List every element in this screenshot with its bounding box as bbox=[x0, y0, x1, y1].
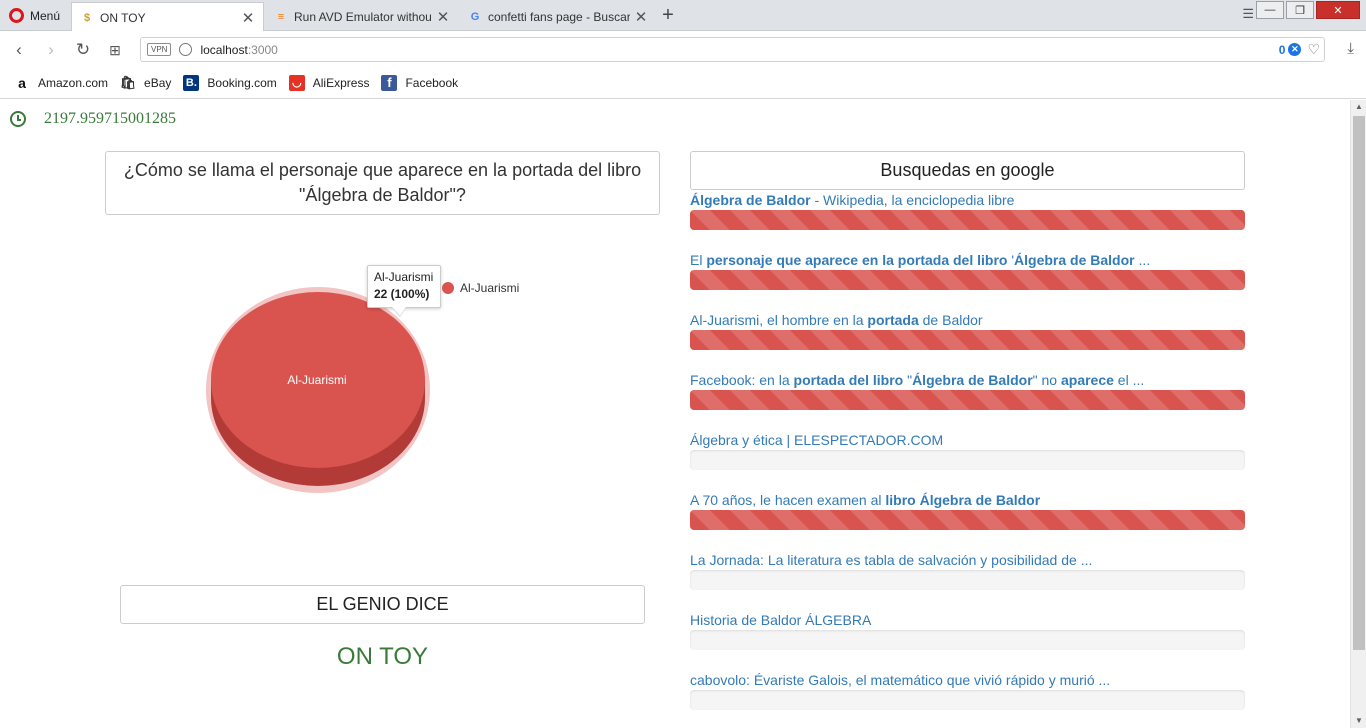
search-result: Facebook: en la portada del libro "Álgeb… bbox=[690, 371, 1245, 431]
vertical-scrollbar[interactable]: ▲ ▼ bbox=[1350, 100, 1366, 728]
search-result: El personaje que aparece en la portada d… bbox=[690, 251, 1245, 311]
facebook-icon: f bbox=[381, 74, 398, 91]
result-progress-bar bbox=[690, 330, 1245, 350]
bookmark-booking[interactable]: B. Booking.com bbox=[183, 74, 277, 91]
money-bag-icon: $ bbox=[83, 11, 91, 24]
opera-menu-button[interactable]: Menú bbox=[0, 0, 70, 31]
result-progress-bar bbox=[690, 210, 1245, 230]
download-icon[interactable]: ⤓ bbox=[1347, 40, 1354, 57]
search-result-link[interactable]: Facebook: en la portada del libro "Álgeb… bbox=[690, 371, 1245, 389]
tab-confetti[interactable]: G confetti fans page - Buscar c ✕ bbox=[460, 2, 656, 31]
window-close-button[interactable]: ✕ bbox=[1316, 1, 1360, 19]
globe-icon bbox=[179, 43, 193, 56]
search-result: Historia de Baldor ÁLGEBRA bbox=[690, 611, 1245, 671]
adblock-icon[interactable]: ✕ bbox=[1288, 43, 1302, 56]
ebay-icon: 🛍 bbox=[119, 74, 137, 90]
bookmark-facebook[interactable]: f Facebook bbox=[381, 74, 458, 91]
tooltip-arrow bbox=[392, 307, 406, 316]
legend-dot bbox=[442, 282, 454, 294]
pie-slice-label: Al-Juarismi bbox=[287, 373, 346, 387]
search-result-link[interactable]: Historia de Baldor ÁLGEBRA bbox=[690, 611, 1245, 629]
chart-legend-item[interactable]: Al-Juarismi bbox=[442, 281, 519, 295]
timer: 2197.959715001285 bbox=[10, 110, 176, 128]
scroll-down-icon[interactable]: ▼ bbox=[1351, 714, 1366, 728]
chart-tooltip: Al-Juarismi 22 (100%) bbox=[367, 265, 441, 308]
menu-label: Menú bbox=[30, 8, 61, 23]
question-box: ¿Cómo se llama el personaje que aparece … bbox=[105, 151, 660, 215]
bookmark-heart-icon[interactable]: ♡ bbox=[1307, 41, 1320, 58]
reload-icon[interactable]: ↻ bbox=[72, 39, 94, 61]
result-progress-bar bbox=[690, 510, 1245, 530]
result-progress-bar bbox=[690, 270, 1245, 290]
tab-on-toy[interactable]: $ ON TOY ✕ bbox=[71, 2, 264, 32]
legend-label: Al-Juarismi bbox=[460, 281, 520, 295]
bookmark-ebay[interactable]: 🛍 eBay bbox=[119, 74, 172, 91]
aliexpress-icon: ◡ bbox=[288, 74, 305, 91]
back-icon[interactable]: ‹ bbox=[8, 39, 30, 61]
clock-icon bbox=[10, 111, 26, 127]
search-result: cabovolo: Évariste Galois, el matemático… bbox=[690, 671, 1245, 728]
google-icon: G bbox=[470, 10, 480, 23]
search-result-link[interactable]: La Jornada: La literatura es tabla de sa… bbox=[690, 551, 1245, 569]
search-result: Al-Juarismi, el hombre en la portada de … bbox=[690, 311, 1245, 371]
tooltip-value: 22 (100%) bbox=[374, 287, 430, 301]
search-result: Álgebra y ética | ELESPECTADOR.COM bbox=[690, 431, 1245, 491]
search-result: Álgebra de Baldor - Wikipedia, la encicl… bbox=[690, 191, 1245, 251]
search-result-link[interactable]: Álgebra de Baldor - Wikipedia, la encicl… bbox=[690, 191, 1245, 209]
opera-logo-icon bbox=[9, 8, 24, 23]
search-result-link[interactable]: El personaje que aparece en la portada d… bbox=[690, 251, 1245, 269]
search-results-list: Álgebra de Baldor - Wikipedia, la encicl… bbox=[690, 191, 1245, 728]
close-tab-icon[interactable]: ✕ bbox=[634, 8, 648, 26]
pie-chart: Al-Juarismi bbox=[206, 287, 430, 493]
tab-bar: Menú $ ON TOY ✕ ≡ Run AVD Emulator witho… bbox=[0, 0, 1366, 32]
close-tab-icon[interactable]: ✕ bbox=[241, 9, 255, 27]
restore-button[interactable]: ❐ bbox=[1286, 1, 1314, 19]
tooltip-title: Al-Juarismi bbox=[374, 270, 434, 284]
tab-run-avd[interactable]: ≡ Run AVD Emulator without A ✕ bbox=[266, 2, 458, 31]
result-progress-fill bbox=[690, 510, 1245, 530]
result-progress-bar bbox=[690, 690, 1245, 710]
result-progress-bar bbox=[690, 570, 1245, 590]
bookmark-aliexpress[interactable]: ◡ AliExpress bbox=[288, 74, 369, 91]
close-tab-icon[interactable]: ✕ bbox=[436, 8, 450, 26]
result-progress-fill bbox=[690, 390, 1245, 410]
timer-value: 2197.959715001285 bbox=[44, 110, 176, 127]
result-progress-bar bbox=[690, 390, 1245, 410]
url-field[interactable]: VPN localhost:3000 0 ✕ ♡ bbox=[140, 37, 1325, 62]
answer-text: ON TOY bbox=[336, 643, 429, 670]
speed-dial-icon[interactable]: ⊞ bbox=[104, 39, 126, 61]
forward-icon[interactable]: › bbox=[40, 39, 62, 61]
page-content: 2197.959715001285 ¿Cómo se llama el pers… bbox=[0, 100, 1350, 728]
booking-icon: B. bbox=[183, 74, 200, 91]
tab-title: Run AVD Emulator without A bbox=[294, 9, 432, 24]
amazon-icon: a bbox=[18, 74, 26, 91]
search-result-link[interactable]: A 70 años, le hacen examen al libro Álge… bbox=[690, 491, 1245, 509]
vpn-badge[interactable]: VPN bbox=[147, 43, 172, 56]
search-result-link[interactable]: cabovolo: Évariste Galois, el matemático… bbox=[690, 671, 1245, 689]
result-progress-bar bbox=[690, 450, 1245, 470]
result-progress-fill bbox=[690, 270, 1245, 290]
search-result: A 70 años, le hacen examen al libro Álge… bbox=[690, 491, 1245, 551]
tab-title: ON TOY bbox=[100, 10, 146, 25]
tab-menu-icon[interactable]: ☰ bbox=[1242, 6, 1254, 22]
search-result-link[interactable]: Al-Juarismi, el hombre en la portada de … bbox=[690, 311, 1245, 329]
url-text: localhost:3000 bbox=[200, 42, 278, 57]
new-tab-button[interactable]: + bbox=[658, 5, 678, 25]
result-progress-bar bbox=[690, 630, 1245, 650]
scrollbar-thumb[interactable] bbox=[1353, 116, 1365, 650]
google-searches-header: Busquedas en google bbox=[690, 151, 1245, 190]
scroll-up-icon[interactable]: ▲ bbox=[1351, 100, 1366, 114]
bookmarks-bar: a Amazon.com 🛍 eBay B. Booking.com ◡ Ali… bbox=[0, 67, 1366, 99]
result-progress-fill bbox=[690, 330, 1245, 350]
address-bar-row: ‹ › ↻ ⊞ VPN localhost:3000 0 ✕ ♡ ⤓ bbox=[0, 31, 1366, 67]
search-result: La Jornada: La literatura es tabla de sa… bbox=[690, 551, 1245, 611]
bookmark-amazon[interactable]: a Amazon.com bbox=[14, 75, 108, 91]
minimize-button[interactable]: — bbox=[1256, 1, 1284, 19]
search-result-link[interactable]: Álgebra y ética | ELESPECTADOR.COM bbox=[690, 431, 1245, 449]
stackoverflow-icon: ≡ bbox=[277, 10, 285, 23]
result-progress-fill bbox=[690, 210, 1245, 230]
genio-header: EL GENIO DICE bbox=[120, 585, 645, 624]
tab-title: confetti fans page - Buscar c bbox=[488, 9, 630, 24]
adblock-count: 0 bbox=[1278, 42, 1286, 57]
